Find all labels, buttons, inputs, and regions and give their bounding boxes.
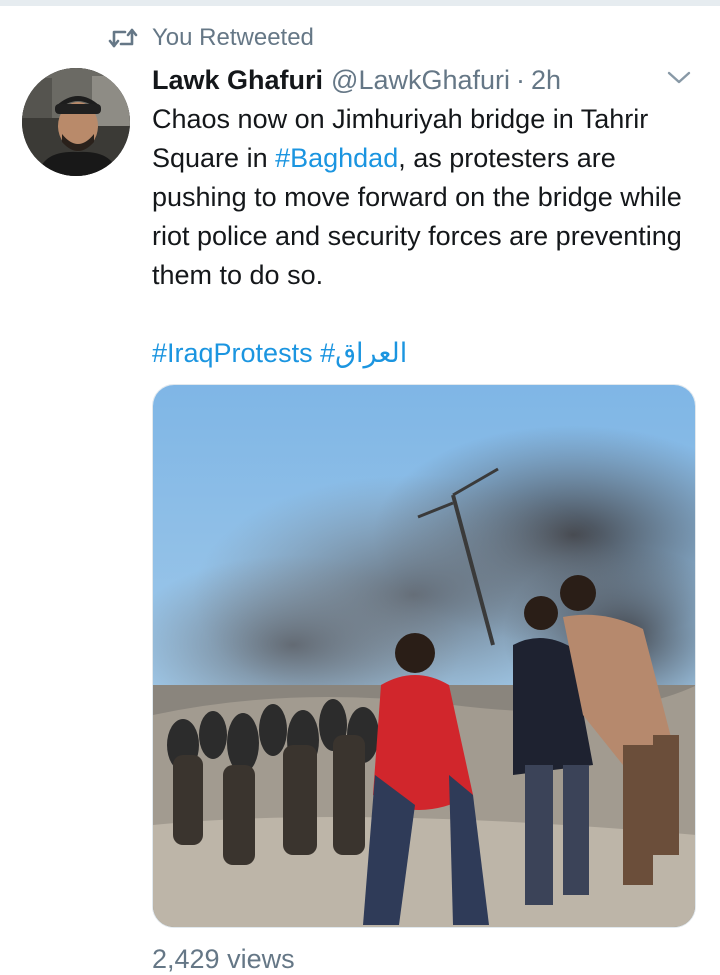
retweet-context: You Retweeted [108,22,314,54]
tweet-timestamp[interactable]: 2h [531,65,561,96]
chevron-down-icon [666,70,692,91]
tweet-media-image[interactable] [152,384,696,928]
author-name[interactable]: Lawk Ghafuri [152,65,323,96]
header-separator: · [516,64,526,95]
tweet-options-button[interactable] [662,66,696,94]
tweet-header: Lawk Ghafuri @LawkGhafuri · 2h [152,62,672,98]
hashtags-line[interactable]: #IraqProtests #العراق [152,334,700,373]
top-divider [0,0,720,6]
retweet-icon [108,26,138,50]
hashtag-baghdad[interactable]: #Baghdad [275,143,398,173]
tweet-text: Chaos now on Jimhuriyah bridge in Tahrir… [152,100,700,295]
retweet-label: You Retweeted [152,24,314,51]
avatar[interactable] [22,68,130,176]
author-handle[interactable]: @LawkGhafuri [331,65,510,96]
